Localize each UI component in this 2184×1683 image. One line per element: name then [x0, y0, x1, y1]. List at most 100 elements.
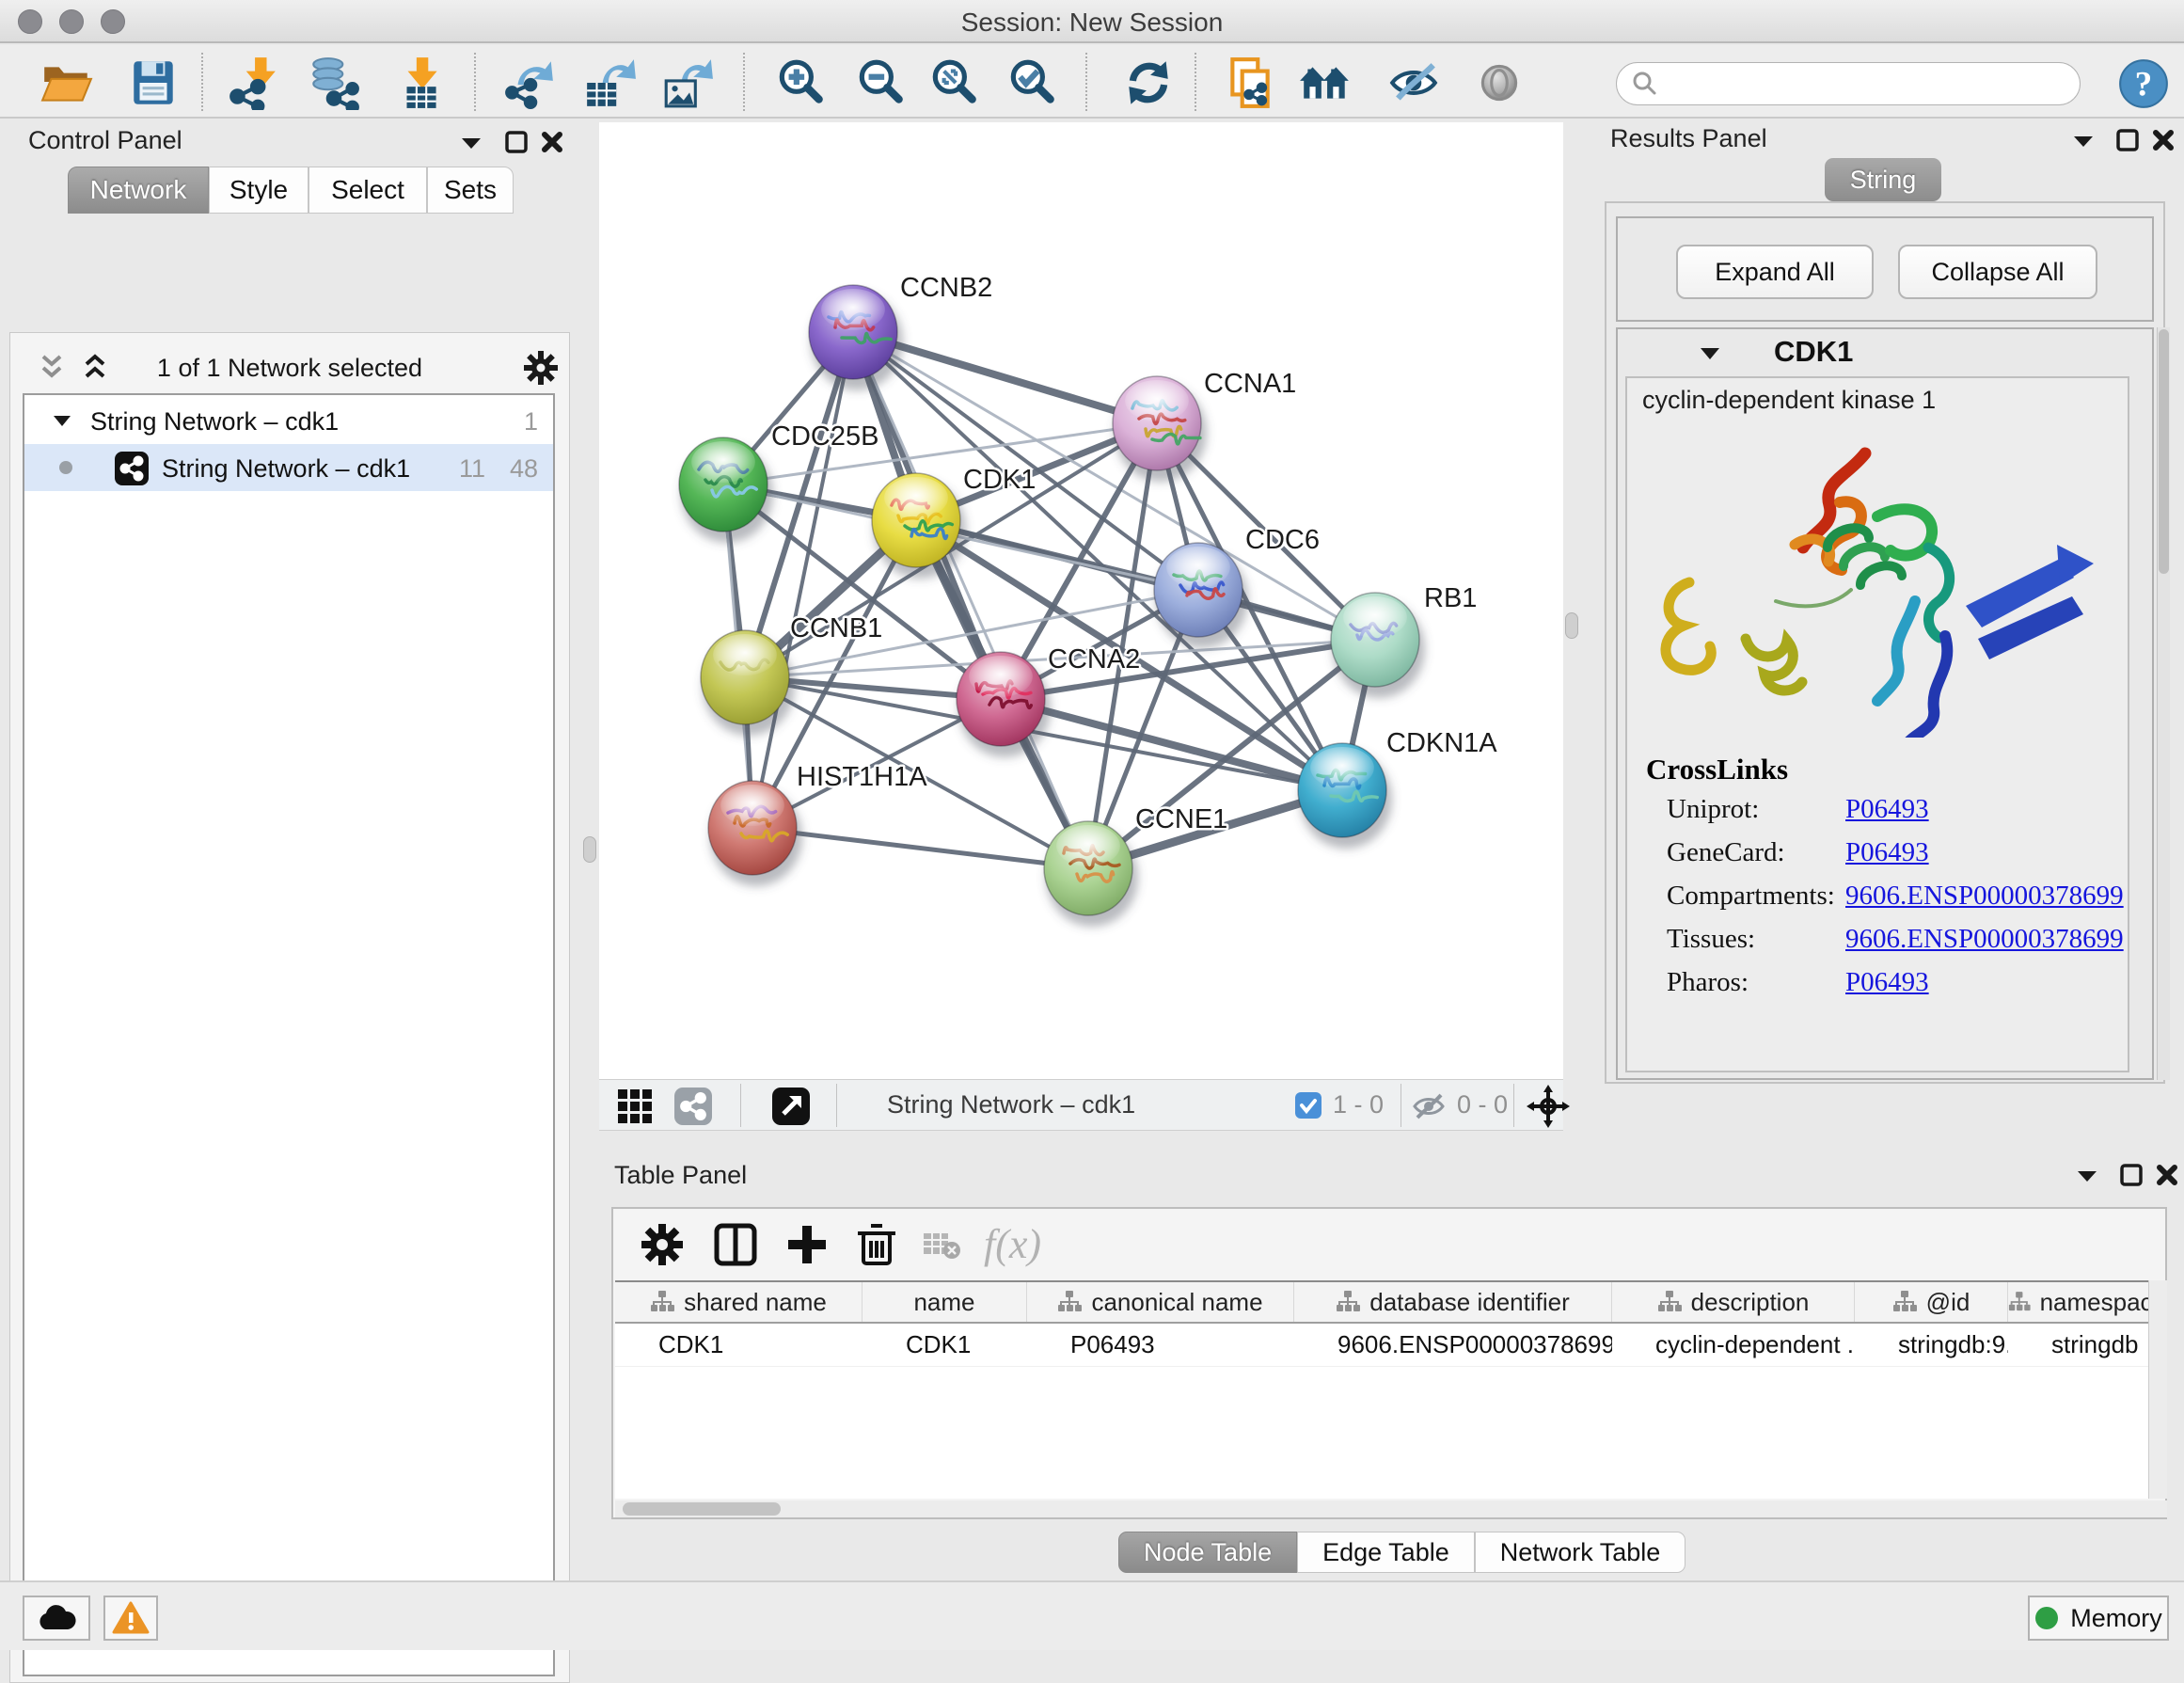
tab-edge-table[interactable]: Edge Table: [1297, 1532, 1475, 1573]
panel-float-icon[interactable]: [2119, 1163, 2144, 1187]
right-splitter-handle[interactable]: [1565, 612, 1578, 639]
delete-column-icon[interactable]: [854, 1222, 899, 1267]
collapse-all-button[interactable]: Collapse All: [1898, 245, 2097, 299]
table-cell[interactable]: CDK1: [863, 1324, 1027, 1366]
tab-string[interactable]: String: [1825, 158, 1941, 201]
string-badge-icon[interactable]: [674, 1088, 712, 1125]
crosslink-link[interactable]: P06493: [1845, 794, 1929, 825]
tab-network[interactable]: Network: [68, 167, 209, 214]
column-header-description[interactable]: description: [1612, 1282, 1855, 1322]
left-splitter-handle[interactable]: [583, 836, 596, 863]
save-session-icon[interactable]: [126, 56, 181, 110]
select-columns-icon[interactable]: [713, 1222, 758, 1267]
show-graphics-details-icon[interactable]: [1298, 56, 1353, 110]
table-gear-icon[interactable]: [640, 1222, 685, 1267]
column-header-canonical-name[interactable]: canonical name: [1027, 1282, 1294, 1322]
cloud-button[interactable]: [23, 1596, 90, 1641]
gene-collapse-icon[interactable]: [1699, 346, 1721, 361]
export-network-icon[interactable]: [502, 56, 557, 110]
gear-icon[interactable]: [523, 350, 559, 386]
copy-style-icon[interactable]: [1223, 56, 1277, 110]
grid-view-icon[interactable]: [616, 1088, 654, 1125]
crosslink-link[interactable]: P06493: [1845, 837, 1929, 868]
column-label: namespace: [2040, 1288, 2166, 1317]
import-network-icon[interactable]: [226, 56, 280, 110]
zoom-in-icon[interactable]: [773, 56, 828, 110]
node-CCNB2[interactable]: [809, 285, 903, 390]
zoom-fit-icon[interactable]: [926, 56, 981, 110]
table-cell[interactable]: stringdb:9...: [1855, 1324, 2008, 1366]
table-cell[interactable]: 9606.ENSP00000378699: [1294, 1324, 1612, 1366]
open-in-new-window-icon[interactable]: [772, 1088, 810, 1125]
column-header--id[interactable]: @id: [1855, 1282, 2008, 1322]
refresh-icon[interactable]: [1121, 56, 1176, 110]
birdseye-crosshair-icon[interactable]: [1527, 1085, 1570, 1128]
help-icon[interactable]: ?: [2116, 56, 2171, 111]
node-CDC25B[interactable]: [679, 437, 773, 543]
memory-button[interactable]: Memory: [2028, 1596, 2169, 1641]
warnings-button[interactable]: [103, 1596, 158, 1641]
import-table-icon[interactable]: [393, 56, 448, 110]
expand-all-button[interactable]: Expand All: [1676, 245, 1874, 299]
import-network-from-database-icon[interactable]: [307, 56, 361, 110]
tree-expand-icon[interactable]: [53, 414, 71, 427]
node-CDKN1A[interactable]: [1298, 743, 1392, 849]
network-collection-row[interactable]: String Network – cdk1 1: [24, 397, 553, 444]
zoom-out-icon[interactable]: [853, 56, 908, 110]
column-header-shared-name[interactable]: shared name: [615, 1282, 863, 1322]
table-cell[interactable]: cyclin-dependent ...: [1612, 1324, 1855, 1366]
network-row[interactable]: String Network – cdk1 11 48: [24, 444, 553, 491]
panel-float-icon[interactable]: [504, 130, 529, 154]
results-scrollbar-thumb[interactable]: [2159, 329, 2169, 574]
panel-close-icon[interactable]: [2151, 128, 2176, 152]
table-cell[interactable]: CDK1: [615, 1324, 863, 1366]
selected-checkbox-icon[interactable]: [1295, 1092, 1321, 1119]
network-graph[interactable]: CCNB2CCNA1CDC25BCDK1CDC6RB1CCNB1CCNA2CDK…: [599, 122, 1563, 1079]
table-cell[interactable]: stringdb: [2008, 1324, 2167, 1366]
export-image-icon[interactable]: [660, 56, 715, 110]
zoom-selected-icon[interactable]: [1005, 56, 1059, 110]
panel-float-icon[interactable]: [2115, 128, 2140, 152]
panel-menu-icon[interactable]: [2074, 1167, 2100, 1185]
column-header-name[interactable]: name: [863, 1282, 1027, 1322]
crosslink-link[interactable]: 9606.ENSP00000378699: [1845, 881, 2124, 912]
node-CCNA1[interactable]: [1113, 376, 1207, 482]
add-column-icon[interactable]: [784, 1222, 830, 1267]
node-CDK1[interactable]: [872, 473, 966, 579]
node-CDC6[interactable]: [1154, 543, 1248, 648]
gene-description: cyclin-dependent kinase 1: [1642, 386, 1936, 415]
table-cell[interactable]: P06493: [1027, 1324, 1294, 1366]
tab-node-table[interactable]: Node Table: [1118, 1532, 1297, 1573]
panel-close-icon[interactable]: [540, 130, 564, 154]
open-session-icon[interactable]: [40, 56, 94, 110]
node-RB1[interactable]: [1331, 593, 1425, 698]
panel-close-icon[interactable]: [2155, 1163, 2179, 1187]
hide-selected-eye-icon[interactable]: [1386, 56, 1441, 110]
tab-sets[interactable]: Sets: [427, 167, 514, 214]
tab-select[interactable]: Select: [309, 167, 427, 214]
network-canvas[interactable]: CCNB2CCNA1CDC25BCDK1CDC6RB1CCNB1CCNA2CDK…: [599, 122, 1563, 1079]
search-field[interactable]: [1616, 62, 2081, 105]
panel-menu-icon[interactable]: [458, 134, 484, 152]
search-input[interactable]: [1668, 70, 2063, 99]
node-HIST1H1A[interactable]: [708, 781, 802, 886]
tab-network-table[interactable]: Network Table: [1475, 1532, 1686, 1573]
crosslink-link[interactable]: P06493: [1845, 967, 1929, 998]
edge-HIST1H1A-CCNE1[interactable]: [752, 828, 1088, 868]
node-CCNA2[interactable]: [957, 652, 1051, 757]
column-header-namespace[interactable]: namespace: [2008, 1282, 2167, 1322]
crosslink-link[interactable]: 9606.ENSP00000378699: [1845, 924, 2124, 955]
table-vscroll-strip: [2148, 1280, 2167, 1499]
table-row[interactable]: CDK1CDK1P064939606.ENSP00000378699cyclin…: [615, 1324, 2148, 1367]
column-header-database-identifier[interactable]: database identifier: [1294, 1282, 1612, 1322]
hidden-eye-icon[interactable]: [1412, 1091, 1446, 1121]
column-namespace-icon: [1057, 1290, 1082, 1314]
network-edge-count: 48: [510, 454, 538, 484]
table-hscrollbar-thumb[interactable]: [623, 1502, 781, 1516]
results-panel: Results Panel String Expand All Collapse…: [1581, 119, 2184, 1131]
tab-style[interactable]: Style: [209, 167, 309, 214]
edge-CCNB2-HIST1H1A[interactable]: [752, 332, 853, 828]
export-table-icon[interactable]: [583, 56, 638, 110]
level-of-detail-icon[interactable]: [1472, 56, 1527, 110]
panel-menu-icon[interactable]: [2070, 132, 2097, 151]
